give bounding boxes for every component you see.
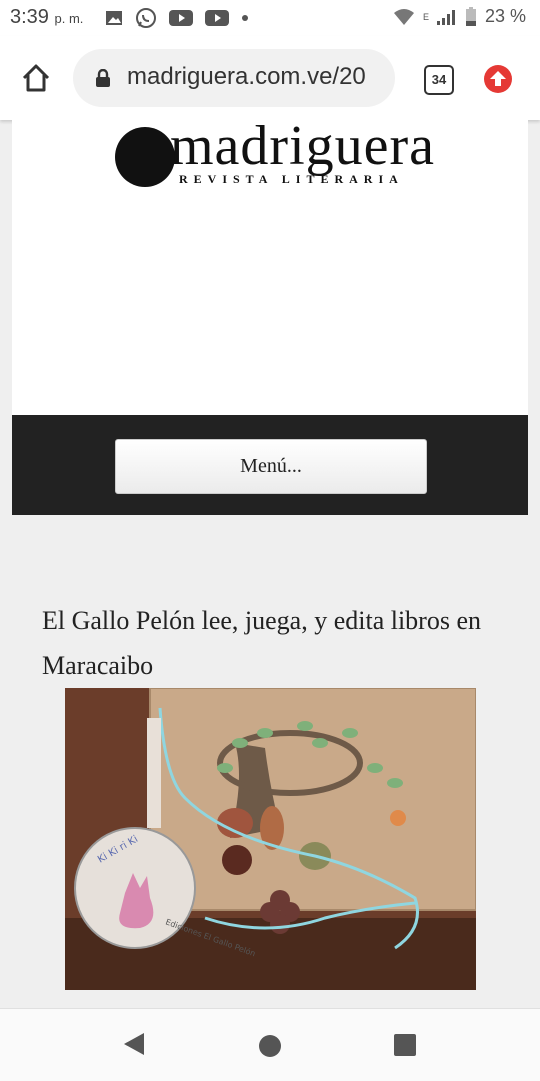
menu-button[interactable]: Menú... [115,439,427,494]
battery-icon [465,6,476,26]
home-button-icon[interactable] [259,1035,281,1057]
status-time: 3:39 p. m. [10,6,83,29]
drawn-fruit [390,810,406,826]
url-text: madriguera.com.ve/20 [127,63,366,90]
network-type: E [422,11,429,22]
site-header: madriguera REVISTA LITERARIA [12,115,528,415]
lock-icon [96,69,110,87]
paper-flower-1 [222,845,252,875]
status-bar: 3:39 p. m. E 23 % [0,0,540,36]
time-ampm: p. m. [54,11,84,26]
cardboard [150,688,476,910]
youtube-icon [169,10,193,26]
whatsapp-icon [136,8,156,28]
paper-leaf-1 [217,808,253,838]
navigation-band: Menú... [12,415,528,515]
system-nav-bar [0,1008,540,1081]
signal-icon [436,9,455,25]
youtube-icon-2 [205,10,229,26]
book-spine [147,718,161,828]
address-bar[interactable]: madriguera.com.ve/20 [73,49,395,107]
recents-icon[interactable] [394,1034,416,1056]
notification-icons [105,7,249,29]
more-notifications-icon [242,15,248,21]
article-image[interactable]: Ki Ki ri Ki Ediciones El Gallo Pelón [65,688,476,990]
time-value: 3:39 [10,6,49,28]
battery-percent: 23 % [484,6,526,26]
tab-switcher-button[interactable]: 34 [424,65,454,95]
logo-emblem [115,127,175,187]
home-icon[interactable] [20,62,52,94]
gallery-icon [106,11,122,25]
logo-name: madriguera [170,115,435,177]
site-logo[interactable]: madriguera REVISTA LITERARIA [115,115,445,192]
back-icon[interactable] [122,1031,146,1057]
logo-subtitle: REVISTA LITERARIA [179,172,404,186]
update-button[interactable] [484,65,512,93]
browser-toolbar: madriguera.com.ve/20 34 [0,36,540,120]
article-title[interactable]: El Gallo Pelón lee, juega, y edita libro… [42,598,502,688]
arrow-up-icon [490,71,506,86]
status-right: E 23 % [393,6,526,27]
wifi-icon [393,8,414,25]
